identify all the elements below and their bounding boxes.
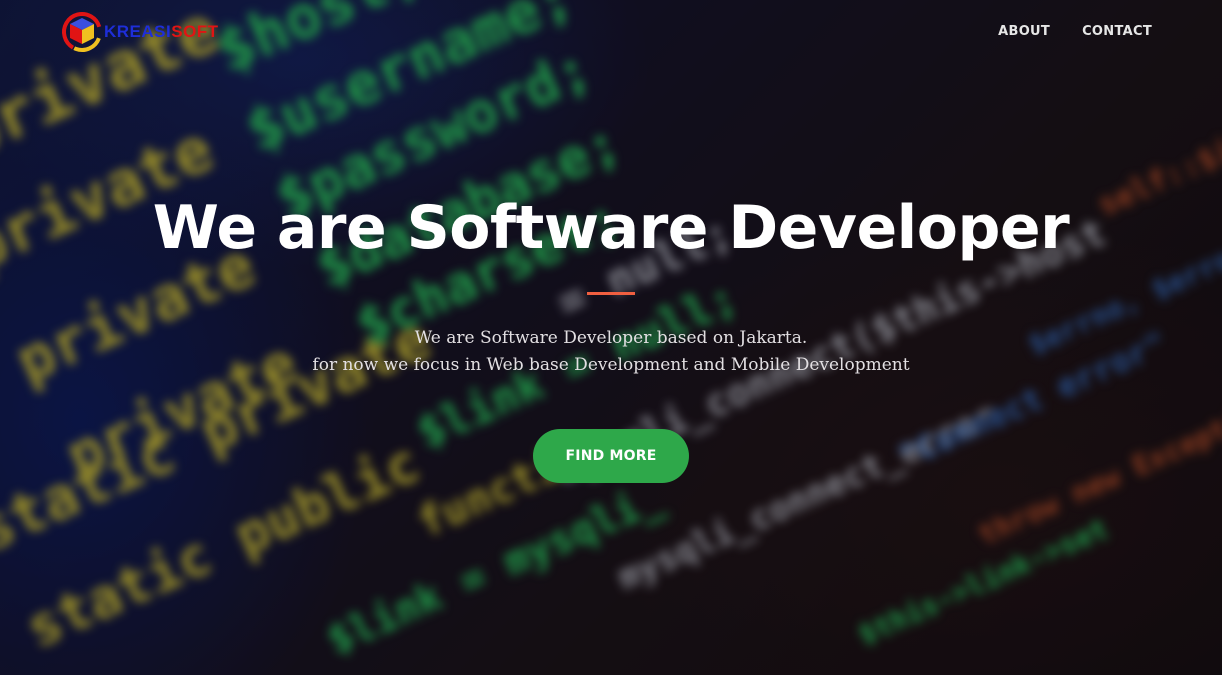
nav-links: ABOUT CONTACT bbox=[998, 24, 1152, 39]
brand-logo-link[interactable]: KREASISOFT bbox=[60, 10, 219, 54]
find-more-button[interactable]: FIND MORE bbox=[532, 429, 690, 483]
hero-subtitle-line1: We are Software Developer based on Jakar… bbox=[414, 328, 808, 348]
cube-logo-icon bbox=[62, 12, 102, 52]
brand-name: KREASISOFT bbox=[104, 22, 219, 42]
hero-headline: We are Software Developer bbox=[152, 193, 1070, 263]
accent-divider bbox=[587, 292, 635, 295]
nav-about-link[interactable]: ABOUT bbox=[998, 24, 1050, 39]
hero-subtitle: We are Software Developer based on Jakar… bbox=[0, 325, 1222, 379]
brand-name-part2: SOFT bbox=[171, 22, 219, 41]
hero-content: We are Software Developer We are Softwar… bbox=[0, 190, 1222, 483]
brand-name-part1: KREASI bbox=[104, 22, 172, 41]
nav-contact-link[interactable]: CONTACT bbox=[1082, 24, 1152, 39]
hero-subtitle-line2: for now we focus in Web base Development… bbox=[312, 355, 910, 375]
navbar: KREASISOFT ABOUT CONTACT bbox=[0, 0, 1222, 64]
hero-section: private private private private static p… bbox=[0, 0, 1222, 675]
